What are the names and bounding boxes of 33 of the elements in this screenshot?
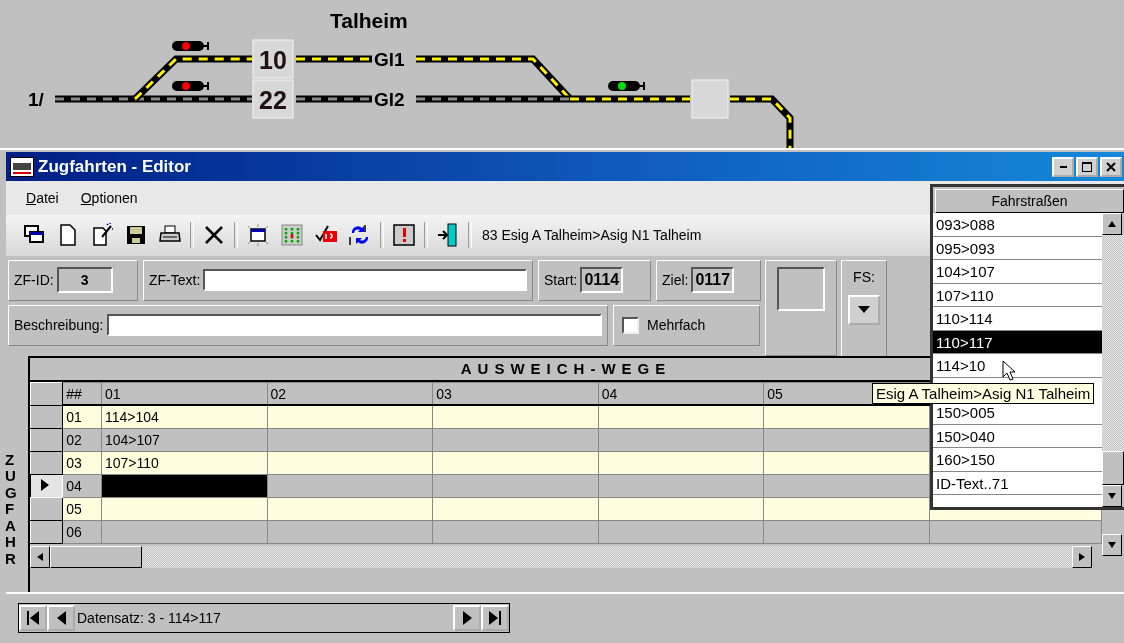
window-title: Zugfahrten - Editor (38, 156, 191, 177)
record-text: Datensatz: 3 - 114>117 (76, 610, 222, 627)
menu-item[interactable]: Datei (26, 190, 59, 207)
list-item[interactable]: 110>117 (933, 330, 1102, 354)
grid-cell[interactable]: 104>107 (101, 428, 268, 452)
track-number-label: 22 (252, 79, 294, 119)
tooltip: Esig A Talheim>Asig N1 Talheim (872, 383, 1095, 404)
column-header: 02 (267, 382, 433, 406)
field-label: ZF-Text: (149, 272, 201, 289)
field-label: ZF-ID: (14, 272, 54, 289)
field-label: Ziel: (662, 272, 689, 289)
column-header: ## (62, 382, 102, 406)
track-label: Gl1 (374, 49, 405, 70)
field-label: Start: (544, 272, 578, 289)
vertical-label: ZUGFAHR (5, 449, 18, 569)
field-label: FS: (853, 268, 875, 285)
column-header: 03 (432, 382, 599, 406)
track-label: 1/ (28, 89, 44, 110)
start-value: 0114 (580, 267, 624, 294)
track-label: Gl2 (374, 89, 405, 110)
field-label: Beschreibung: (14, 317, 104, 334)
track-number-label: 10 (252, 39, 294, 79)
id-value: 3 (56, 267, 113, 294)
grid-cell[interactable]: 107>110 (101, 451, 268, 475)
destination-value: 0117 (691, 267, 735, 294)
column-header: 04 (598, 382, 764, 406)
route-text: 83 Esig A Talheim>Asig N1 Talheim (482, 227, 702, 244)
column-header: 01 (101, 382, 268, 406)
menu-item[interactable]: Optionen (80, 190, 138, 207)
checkbox-label: Mehrfach (647, 317, 706, 334)
grid-cell[interactable]: 114>104 (101, 405, 268, 429)
list-header: Fahrstraßen (935, 189, 1124, 213)
station-name: Talheim (330, 9, 408, 32)
